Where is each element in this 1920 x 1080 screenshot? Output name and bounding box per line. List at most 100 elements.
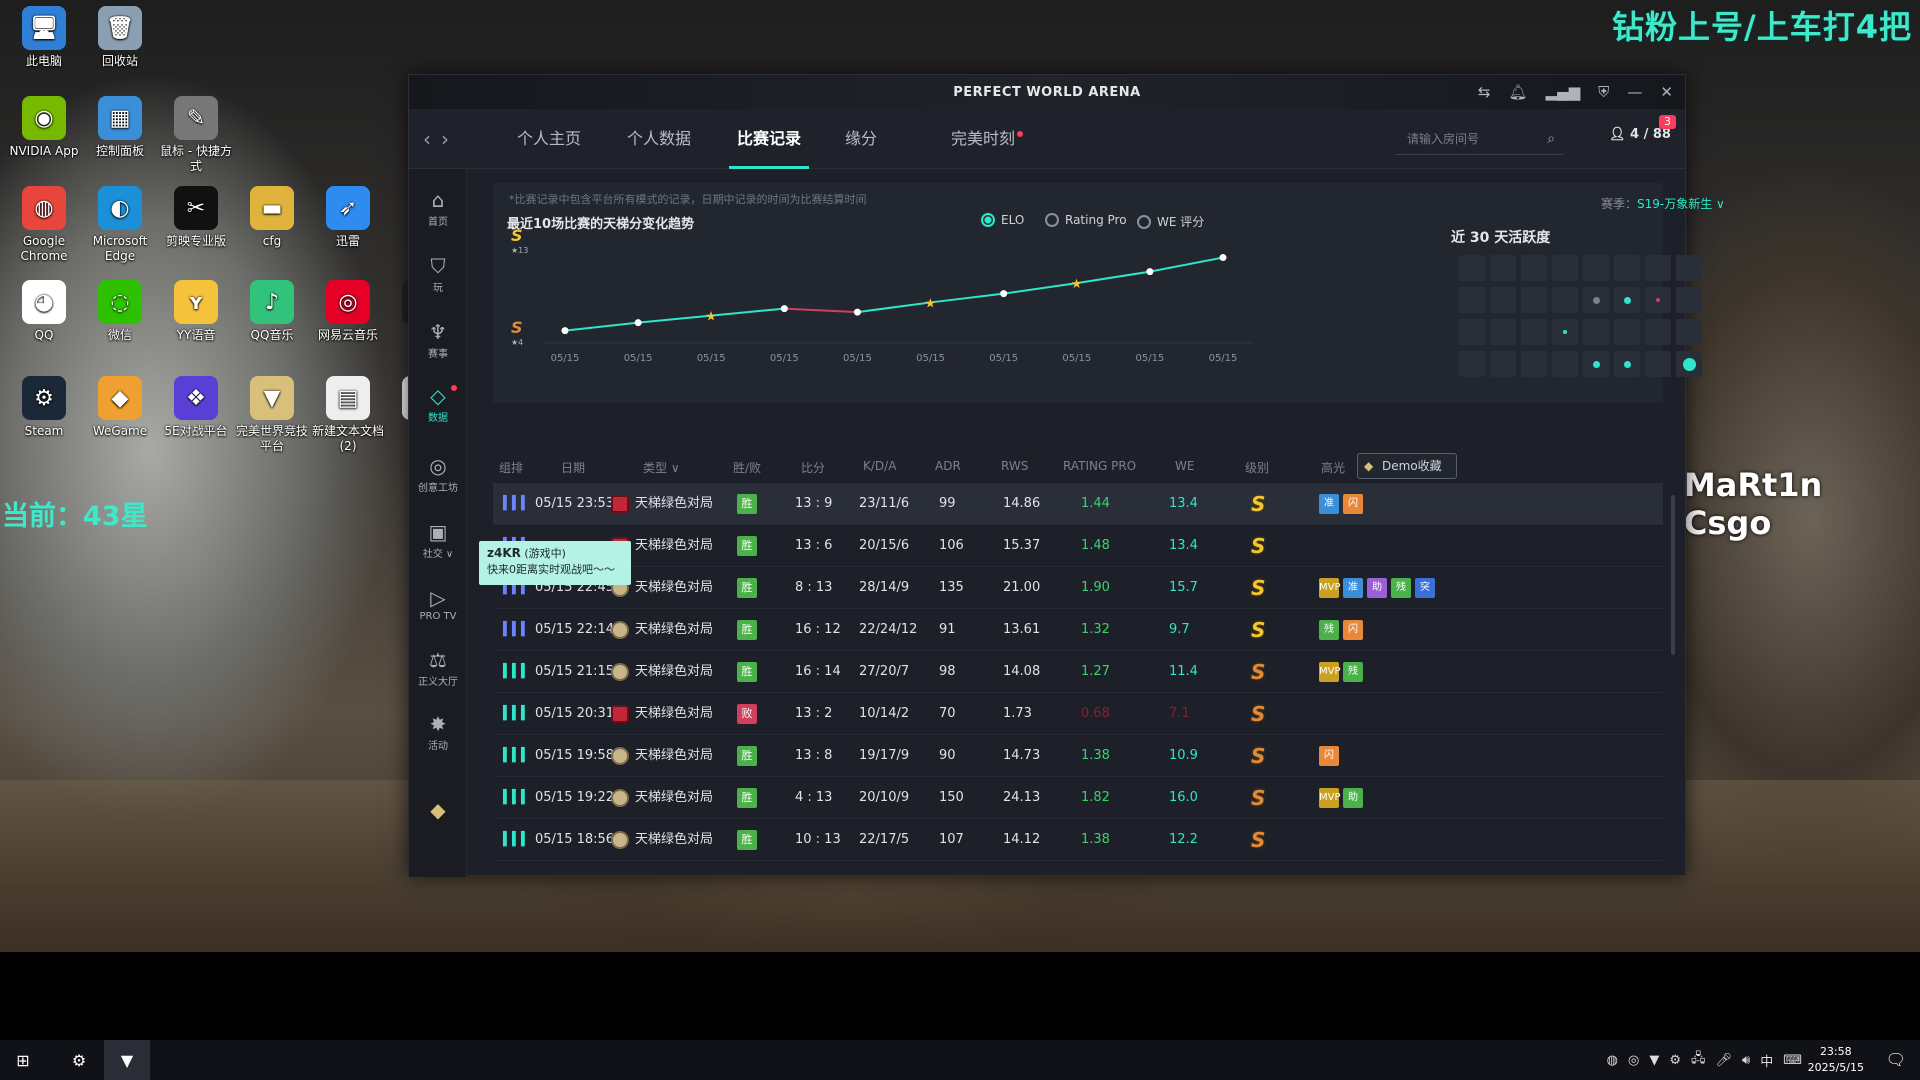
highlight-tag[interactable]: 残 bbox=[1319, 619, 1339, 640]
sidebar-item-5[interactable]: ▣ 社交 ∨ bbox=[409, 519, 467, 560]
tab-2[interactable]: 比赛记录 bbox=[728, 109, 810, 169]
table-row[interactable]: ▍▍▍ 05/15 22:14 天梯绿色对局 胜 16 : 12 22/24/12 91 13… bbox=[493, 609, 1663, 651]
back-icon[interactable]: ‹ bbox=[423, 127, 441, 151]
tray-icon[interactable]: ◍ bbox=[1607, 1053, 1618, 1068]
highlight-tag[interactable]: 闪 bbox=[1343, 493, 1363, 514]
swap-icon[interactable]: ⇆ bbox=[1478, 83, 1491, 101]
demo-collection-button[interactable]: ◆ Demo收藏 bbox=[1357, 453, 1457, 479]
desktop-icon[interactable]: ◕ QQ bbox=[4, 280, 84, 343]
desktop-icon[interactable]: ◐ Microsoft Edge bbox=[80, 186, 160, 264]
ime-indicator[interactable]: 中 bbox=[1760, 1051, 1773, 1070]
notification-icon[interactable]: 🗨︎ bbox=[1886, 1050, 1906, 1069]
table-row[interactable]: ▍▍▍ 05/15 23:53 天梯绿色对局 胜 13 : 9 23/11/6 99 14.8… bbox=[493, 483, 1663, 525]
sidebar-item-4[interactable]: ◎ 创意工坊 bbox=[409, 453, 467, 494]
close-icon[interactable]: ✕ bbox=[1660, 83, 1673, 101]
desktop-icon[interactable]: ⚙ Steam bbox=[4, 376, 84, 439]
table-row[interactable]: ▍▍▍ 05/15 21:15 天梯绿色对局 胜 16 : 14 27/20/7 98 14.… bbox=[493, 651, 1663, 693]
desktop-icon[interactable]: ʏ YY语音 bbox=[156, 280, 236, 343]
heatmap-cell bbox=[1614, 287, 1640, 313]
sidebar-item-1[interactable]: ⛉ 玩 bbox=[409, 253, 467, 294]
desktop-icon[interactable]: ▤ 新建文本文档 (2) bbox=[308, 376, 388, 454]
highlight-tag[interactable]: 助 bbox=[1367, 577, 1387, 598]
highlight-tag[interactable]: 闪 bbox=[1319, 745, 1339, 766]
bell-icon[interactable]: 🔔︎ bbox=[1509, 83, 1528, 101]
friends-online[interactable]: 👤︎ 4 / 88 bbox=[1609, 127, 1671, 142]
sidebar-label: 赛事 bbox=[428, 349, 448, 360]
tab-4[interactable]: 完美时刻 bbox=[951, 109, 1024, 169]
highlight-tag[interactable]: MVP bbox=[1319, 577, 1341, 598]
tray-icon[interactable]: ▼ bbox=[1649, 1053, 1659, 1068]
highlight-tag[interactable]: 残 bbox=[1343, 661, 1363, 682]
desktop-icon[interactable]: ▦ 控制面板 bbox=[80, 96, 160, 159]
tray-icon[interactable]: ◎ bbox=[1628, 1053, 1639, 1068]
forward-icon[interactable]: › bbox=[441, 127, 459, 151]
vip-gem-icon[interactable]: ◆ bbox=[409, 797, 467, 823]
table-row[interactable]: ▍▍▍天梯绿色对局胜13 : 620/15/610615.371.4813.4S bbox=[493, 525, 1663, 567]
desktop-icon[interactable]: ➶ 迅雷 bbox=[308, 186, 388, 249]
steam-taskbar-icon[interactable]: ⚙ bbox=[56, 1040, 102, 1080]
tab-3[interactable]: 缘分 bbox=[845, 109, 877, 169]
kda: 20/15/6 bbox=[859, 538, 910, 553]
desktop-icon[interactable]: ♪ QQ音乐 bbox=[232, 280, 312, 343]
desktop-icon[interactable]: ◌ 微信 bbox=[80, 280, 160, 343]
activity-title: 近 30 天活跃度 bbox=[1451, 230, 1551, 246]
sidebar-item-3[interactable]: ◇ 数据 bbox=[409, 383, 467, 424]
highlight-tag[interactable]: MVP bbox=[1319, 787, 1341, 808]
search-icon[interactable]: ⌕ bbox=[1547, 123, 1555, 155]
table-row[interactable]: ▍▍▍ 05/15 19:22 天梯绿色对局 胜 4 : 13 20/10/9 150 24.… bbox=[493, 777, 1663, 819]
table-row[interactable]: ▍▍▍ 05/15 18:56 天梯绿色对局 胜 10 : 13 22/17/5 107 14… bbox=[493, 819, 1663, 861]
kda: 20/10/9 bbox=[859, 790, 910, 805]
table-row[interactable]: ▍▍▍ 05/15 19:58 天梯绿色对局 胜 13 : 8 19/17/9 90 14.7… bbox=[493, 735, 1663, 777]
clock[interactable]: 23:58 2025/5/15 bbox=[1808, 1044, 1864, 1076]
tray-icon[interactable]: ⚙ bbox=[1669, 1053, 1681, 1068]
tab-0[interactable]: 个人主页 bbox=[517, 109, 581, 169]
metric-radio-2[interactable]: WE 评分 bbox=[1137, 213, 1204, 230]
desktop-icon[interactable]: ▬ cfg bbox=[232, 186, 312, 249]
highlight-tag[interactable]: MVP bbox=[1319, 661, 1341, 682]
desktop-icon[interactable]: 🖥 此电脑 bbox=[4, 6, 84, 69]
desktop-icon[interactable]: ✂ 剪映专业版 bbox=[156, 186, 236, 249]
signal-icon[interactable]: ▂▄▆ bbox=[1546, 83, 1581, 101]
keyboard-icon[interactable]: ⌨ bbox=[1783, 1053, 1802, 1068]
desktop-icon[interactable]: 🗑 回收站 bbox=[80, 6, 160, 69]
sidebar-item-2[interactable]: ♆ 赛事 bbox=[409, 319, 467, 360]
metric-radio-1[interactable]: Rating Pro bbox=[1045, 213, 1127, 227]
desktop-icon[interactable]: ◉ NVIDIA App bbox=[4, 96, 84, 159]
sidebar-item-7[interactable]: ⚖ 正义大厅 bbox=[409, 647, 467, 688]
table-row[interactable]: ▍▍▍ 05/15 20:31 天梯绿色对局 败 13 : 2 10/14/2 70 1.73… bbox=[493, 693, 1663, 735]
desktop-icon[interactable]: ❖ 5E对战平台 bbox=[156, 376, 236, 439]
highlight-tag[interactable]: 突 bbox=[1415, 577, 1435, 598]
desktop-icon[interactable]: ▼ 完美世界竞技平台 bbox=[232, 376, 312, 454]
sidebar-item-8[interactable]: ✸ 活动 bbox=[409, 711, 467, 752]
highlight-tag[interactable]: 闪 bbox=[1343, 619, 1363, 640]
friend-tooltip[interactable]: z4KR (游戏中) 快来0距离实时观战吧～～ bbox=[479, 541, 631, 585]
highlight-tag[interactable]: 准 bbox=[1343, 577, 1363, 598]
season-selector[interactable]: 赛季：S19-万象新生 ∨ bbox=[1601, 195, 1725, 212]
kda: 28/14/9 bbox=[859, 580, 910, 595]
volume-icon[interactable]: 🔊︎ bbox=[1742, 1053, 1750, 1068]
highlight-tag[interactable]: 准 bbox=[1319, 493, 1339, 514]
network-icon[interactable]: 🖧︎ bbox=[1691, 1049, 1706, 1071]
mic-icon[interactable]: 🎤︎ bbox=[1716, 1053, 1733, 1068]
table-row[interactable]: ▍▍▍ 05/15 22:45 天梯绿色对局胜 8 : 13 28/14/9 135 21.… bbox=[493, 567, 1663, 609]
titlebar: PERFECT WORLD ARENA ⇆ 🔔︎ ▂▄▆ ⛨ — ✕ bbox=[409, 75, 1685, 109]
desktop-icon[interactable]: ◆ WeGame bbox=[80, 376, 160, 439]
tab-1[interactable]: 个人数据 bbox=[627, 109, 691, 169]
table-scrollbar[interactable] bbox=[1671, 495, 1675, 655]
desktop-icon[interactable]: ✎ 鼠标 - 快捷方式 bbox=[156, 96, 236, 174]
desktop-icon[interactable]: ◍ Google Chrome bbox=[4, 186, 84, 264]
minimize-icon[interactable]: — bbox=[1627, 83, 1642, 101]
metric-radio-0[interactable]: ELO bbox=[981, 213, 1024, 227]
arena-taskbar-icon[interactable]: ▼ bbox=[104, 1040, 150, 1080]
rating-pro: 1.27 bbox=[1081, 664, 1110, 679]
sidebar-item-6[interactable]: ▷ PRO TV bbox=[409, 585, 467, 622]
highlight-tag[interactable]: 残 bbox=[1391, 577, 1411, 598]
windows-start-icon[interactable]: ⊞ bbox=[0, 1040, 46, 1080]
room-search-input[interactable]: 请输入房间号 ⌕ bbox=[1395, 123, 1563, 155]
result-badge: 胜 bbox=[737, 661, 757, 682]
highlight-tag[interactable]: 助 bbox=[1343, 787, 1363, 808]
column-header[interactable]: 类型 ∨ bbox=[643, 459, 680, 476]
desktop-icon[interactable]: ◎ 网易云音乐 bbox=[308, 280, 388, 343]
sidebar-item-0[interactable]: ⌂ 首页 bbox=[409, 187, 467, 228]
shield-icon[interactable]: ⛨ bbox=[1598, 83, 1609, 101]
